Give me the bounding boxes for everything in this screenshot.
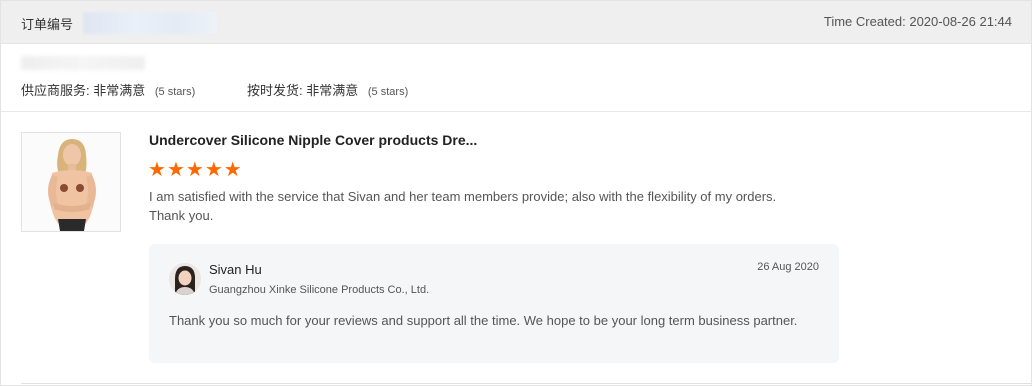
review-card: 订单编号 Time Created: 2020-08-26 21:44 供应商服… [0, 0, 1032, 386]
rating-label: 供应商服务: [21, 83, 90, 98]
star-rating: ★ ★ ★ ★ ★ [148, 160, 242, 180]
reply-date: 26 Aug 2020 [757, 261, 819, 273]
divider [21, 383, 1031, 384]
star-icon: ★ [223, 159, 242, 181]
star-icon: ★ [166, 159, 185, 181]
order-header: 订单编号 Time Created: 2020-08-26 21:44 [1, 1, 1031, 44]
rating-stars-text: (5 stars) [154, 86, 196, 98]
supplier-reply: Sivan Hu Guangzhou Xinke Silicone Produc… [149, 244, 839, 363]
rating-value: 非常满意 [93, 83, 146, 98]
rating-value: 非常满意 [306, 83, 359, 98]
star-icon: ★ [148, 159, 166, 181]
product-title[interactable]: Undercover Silicone Nipple Cover product… [149, 132, 477, 148]
avatar-image [169, 263, 201, 295]
product-image [22, 133, 120, 231]
review-comment: I am satisfied with the service that Siv… [149, 189, 777, 223]
on-time-shipping-rating: 按时发货: 非常满意 (5 stars) [247, 80, 408, 99]
divider [1, 111, 1031, 112]
product-thumbnail[interactable] [21, 132, 121, 232]
rating-stars-text: (5 stars) [367, 86, 409, 98]
rating-label: 按时发货: [247, 83, 303, 98]
supplier-service-rating: 供应商服务: 非常满意 (5 stars) [21, 80, 195, 99]
order-number-redacted [83, 12, 217, 34]
redacted-text [21, 56, 145, 70]
order-number-label: 订单编号 [21, 17, 74, 32]
star-icon: ★ [204, 159, 223, 181]
reply-text: Thank you so much for your reviews and s… [169, 313, 798, 328]
reply-author-name: Sivan Hu [209, 262, 262, 277]
star-icon: ★ [185, 159, 204, 181]
avatar [169, 263, 201, 295]
time-created: Time Created: 2020-08-26 21:44 [823, 14, 1012, 29]
reply-company: Guangzhou Xinke Silicone Products Co., L… [209, 284, 430, 296]
